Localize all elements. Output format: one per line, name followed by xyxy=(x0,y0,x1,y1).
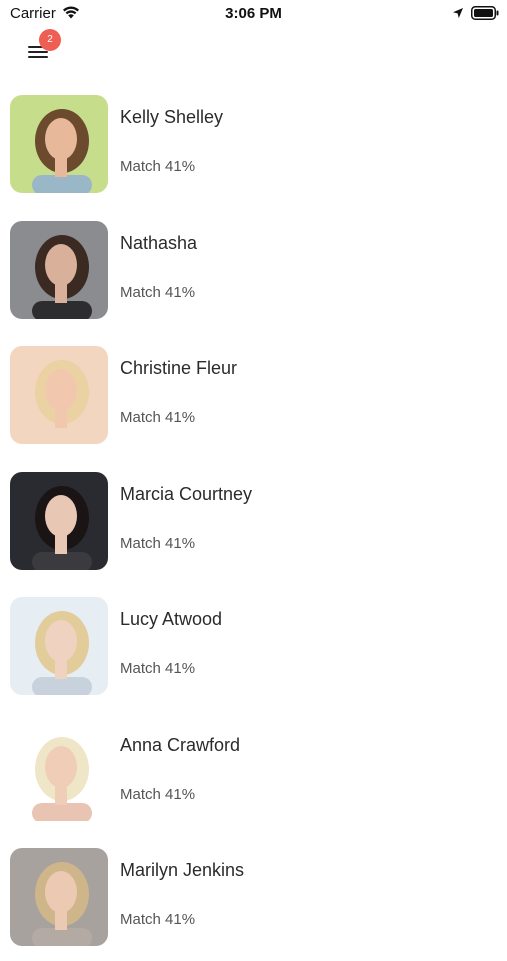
profile-name: Lucy Atwood xyxy=(120,609,223,629)
match-list-item[interactable]: Kelly Shelley Match 41% xyxy=(0,82,507,208)
match-percentage: Match 41% xyxy=(120,158,196,175)
battery-icon xyxy=(471,6,499,20)
profile-photo xyxy=(10,220,108,319)
match-percentage: Match 41% xyxy=(120,660,196,677)
profile-photo xyxy=(10,471,108,570)
profile-photo xyxy=(10,346,108,444)
profile-name: Christine Fleur xyxy=(120,358,238,378)
match-list-item[interactable]: Marilyn Jenkins Match 41% xyxy=(0,835,507,961)
match-list-item[interactable]: Anna Crawford Match 41% xyxy=(0,710,507,836)
profile-name: Kelly Shelley xyxy=(120,107,224,127)
match-percentage: Match 41% xyxy=(120,283,196,301)
profile-name: Nathasha xyxy=(120,232,198,253)
notification-badge: 2 xyxy=(39,29,61,51)
status-time: 3:06 PM xyxy=(225,5,282,22)
match-percentage: Match 41% xyxy=(120,409,196,426)
profile-name: Anna Crawford xyxy=(120,734,241,755)
match-list-item[interactable]: Nathasha Match 41% xyxy=(0,208,507,334)
match-list-item[interactable]: Marcia Courtney Match 41% xyxy=(0,459,507,585)
match-list-item[interactable]: Christine Fleur Match 41% xyxy=(0,333,507,459)
match-percentage: Match 41% xyxy=(120,785,196,803)
match-list-item[interactable]: Lucy Atwood Match 41% xyxy=(0,584,507,710)
profile-name: Marilyn Jenkins xyxy=(120,860,245,880)
profile-photo xyxy=(10,722,108,821)
match-percentage: Match 41% xyxy=(120,911,196,928)
profile-photo xyxy=(10,95,108,193)
profile-photo xyxy=(10,848,108,946)
menu-button[interactable]: 2 xyxy=(22,29,61,66)
profile-name: Marcia Courtney xyxy=(120,483,253,504)
location-arrow-icon xyxy=(453,8,463,18)
profile-photo xyxy=(10,597,108,695)
status-bar: Carrier 3:06 PM xyxy=(0,0,507,28)
match-list: Kelly Shelley Match 41% Nathasha Match 4… xyxy=(0,82,507,961)
match-percentage: Match 41% xyxy=(120,534,196,552)
